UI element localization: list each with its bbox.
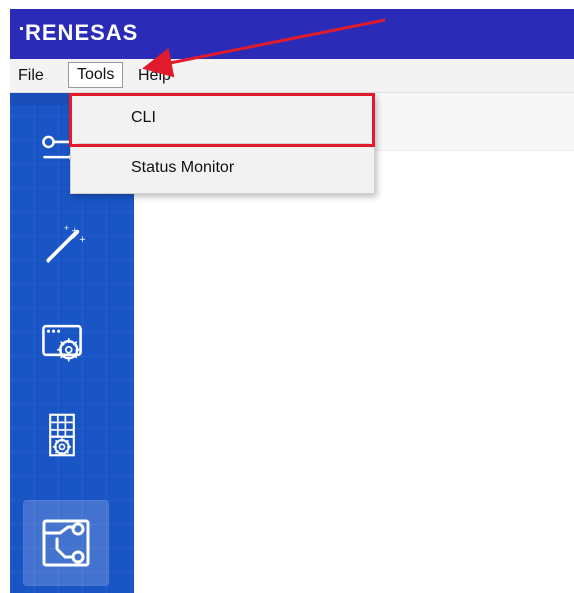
application-window: RENESAS File Tools Help + + + CLI Status…: [10, 9, 574, 593]
svg-text:+: +: [71, 226, 78, 236]
keypad-settings-icon: [49, 413, 75, 457]
title-bar: RENESAS: [10, 9, 574, 59]
menu-help[interactable]: Help: [132, 65, 177, 87]
brand-text: RENESAS: [25, 20, 139, 45]
wand-icon: + + +: [46, 224, 86, 264]
screen: RENESAS File Tools Help + + + CLI Status…: [0, 0, 574, 593]
svg-text:+: +: [64, 224, 70, 232]
nav-window-settings-button[interactable]: [26, 307, 98, 379]
board-icon: [42, 519, 90, 567]
nav-board-button[interactable]: [23, 500, 109, 586]
brand-dot: [20, 27, 23, 30]
nav-keypad-settings-button[interactable]: [26, 399, 98, 471]
nav-wand-button[interactable]: + + +: [26, 211, 98, 283]
menu-bar: File Tools Help: [10, 59, 574, 93]
tools-dropdown-menu: CLI Status Monitor: [70, 94, 375, 194]
menu-file[interactable]: File: [12, 65, 50, 87]
window-settings-icon: [42, 324, 82, 362]
menu-item-status-monitor[interactable]: Status Monitor: [71, 145, 376, 191]
svg-text:+: +: [79, 234, 86, 244]
brand-logo: RENESAS: [20, 19, 138, 47]
menu-separator: [77, 143, 370, 144]
menu-tools[interactable]: Tools: [68, 62, 124, 88]
menu-item-cli[interactable]: CLI: [71, 95, 376, 141]
